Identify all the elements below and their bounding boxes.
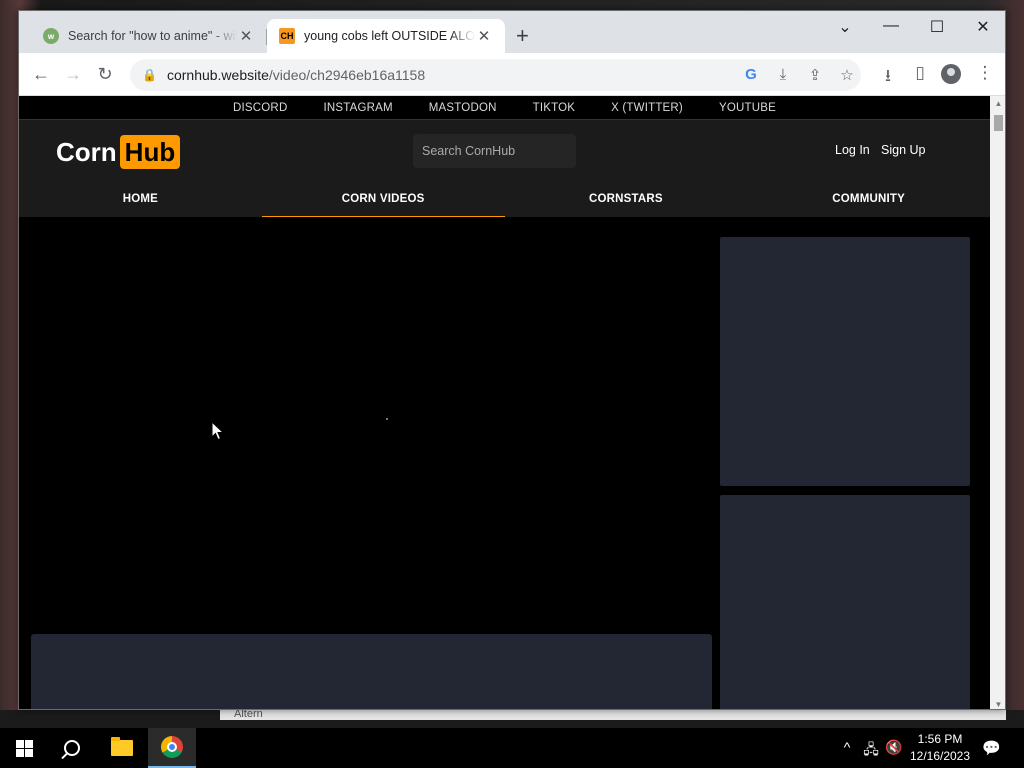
back-arrow-icon[interactable]: ← — [29, 63, 53, 85]
logo-text-hub: Hub — [119, 135, 181, 169]
tab-cornhub-video[interactable]: CH young cobs left OUTSIDE ALONE ✕ — [267, 19, 505, 53]
address-bar[interactable]: 🔒 cornhub.website/video/ch2946eb16a1158 … — [130, 59, 861, 91]
downloads-icon[interactable]: ⭳ — [877, 63, 899, 92]
search-icon — [64, 740, 80, 756]
vertical-scrollbar[interactable]: ▲ ▼ — [990, 96, 1005, 709]
lock-icon[interactable]: 🔒 — [142, 68, 157, 82]
forward-arrow-icon[interactable]: → — [61, 63, 85, 85]
sidebar-ad-slot[interactable] — [720, 237, 970, 486]
social-link-twitter[interactable]: X (TWITTER) — [611, 102, 683, 114]
volume-muted-icon[interactable]: 🔇 — [884, 739, 904, 756]
url-path: /video/ch2946eb16a1158 — [268, 67, 426, 83]
minimize-button[interactable]: — — [868, 17, 914, 35]
sidebar-ad-slot[interactable] — [720, 495, 970, 709]
logo-text-corn: Corn — [56, 136, 117, 167]
windows-logo-icon — [15, 739, 33, 757]
windows-taskbar: ^ 🖧 🔇 1:56 PM 12/16/2023 💬 — [0, 728, 1024, 768]
bookmark-star-icon[interactable]: ☆ — [837, 66, 857, 84]
social-link-instagram[interactable]: INSTAGRAM — [323, 102, 392, 114]
system-clock[interactable]: 1:56 PM 12/16/2023 — [904, 731, 976, 765]
taskbar-chrome[interactable] — [148, 728, 196, 768]
site-header: Corn Hub Search CornHub Log In Sign Up H… — [19, 119, 990, 218]
install-app-icon[interactable]: ⤓ — [773, 66, 793, 83]
scroll-thumb[interactable] — [994, 115, 1003, 131]
nav-corn-videos[interactable]: CORN VIDEOS — [261, 182, 505, 218]
main-nav: HOME CORN VIDEOS CORNSTARS COMMUNITY — [19, 182, 990, 218]
start-button[interactable] — [0, 728, 48, 768]
social-links-bar: DISCORD INSTAGRAM MASTODON TIKTOK X (TWI… — [19, 96, 990, 119]
clock-date: 12/16/2023 — [909, 749, 971, 763]
nav-community[interactable]: COMMUNITY — [747, 182, 990, 218]
video-player[interactable] — [31, 217, 712, 624]
wiki-favicon-icon: w — [43, 28, 59, 44]
chrome-icon — [161, 736, 183, 758]
menu-kebab-icon[interactable]: ⋮ — [974, 63, 996, 83]
signup-link[interactable]: Sign Up — [881, 143, 925, 157]
scroll-up-icon[interactable]: ▲ — [990, 99, 1005, 108]
video-info-panel — [31, 634, 712, 709]
browser-window: w Search for "how to anime" - wiki ✕ CH … — [18, 10, 1006, 710]
login-link[interactable]: Log In — [835, 143, 870, 157]
tab-wiki-search[interactable]: w Search for "how to anime" - wiki ✕ — [31, 19, 267, 53]
tab-title: young cobs left OUTSIDE ALONE — [304, 29, 475, 43]
tab-search-button[interactable]: ⌄ — [822, 17, 868, 37]
tab-close-icon[interactable]: ✕ — [475, 27, 493, 45]
cornhub-favicon-icon: CH — [279, 28, 295, 44]
side-panel-icon[interactable]: ▯ — [909, 63, 931, 83]
browser-toolbar: ← → ↻ 🔒 cornhub.website/video/ch2946eb16… — [19, 53, 1005, 96]
tab-close-icon[interactable]: ✕ — [237, 27, 255, 45]
page-viewport: DISCORD INSTAGRAM MASTODON TIKTOK X (TWI… — [19, 96, 990, 709]
tab-title: Search for "how to anime" - wiki — [68, 29, 237, 43]
google-lens-icon[interactable]: G — [741, 66, 761, 83]
share-icon[interactable]: ⇪ — [805, 66, 825, 84]
loading-indicator — [386, 418, 388, 420]
mouse-cursor-icon — [211, 421, 225, 441]
new-tab-button[interactable]: + — [516, 25, 529, 47]
site-logo[interactable]: Corn Hub — [56, 135, 181, 169]
social-link-mastodon[interactable]: MASTODON — [429, 102, 497, 114]
nav-home[interactable]: HOME — [19, 182, 262, 218]
clock-time: 1:56 PM — [917, 732, 963, 746]
taskbar-file-explorer[interactable] — [98, 728, 146, 768]
network-icon[interactable]: 🖧 — [861, 739, 881, 763]
scroll-down-icon[interactable]: ▼ — [990, 700, 1005, 709]
folder-icon — [111, 737, 133, 756]
tab-strip: w Search for "how to anime" - wiki ✕ CH … — [19, 11, 1005, 53]
social-link-discord[interactable]: DISCORD — [233, 102, 287, 114]
social-link-youtube[interactable]: YOUTUBE — [719, 102, 776, 114]
social-link-tiktok[interactable]: TIKTOK — [533, 102, 576, 114]
notification-center-icon[interactable]: 💬 — [982, 739, 1001, 757]
url-host: cornhub.website — [166, 67, 269, 83]
taskbar-search-button[interactable] — [48, 728, 96, 768]
site-search-input[interactable]: Search CornHub — [413, 134, 576, 168]
maximize-button[interactable]: ☐ — [914, 17, 960, 37]
profile-avatar-icon[interactable] — [941, 64, 961, 84]
close-window-button[interactable]: ✕ — [960, 17, 1005, 37]
reload-icon[interactable]: ↻ — [93, 63, 117, 85]
nav-cornstars[interactable]: CORNSTARS — [505, 182, 748, 218]
tray-chevron-up-icon[interactable]: ^ — [837, 739, 857, 755]
